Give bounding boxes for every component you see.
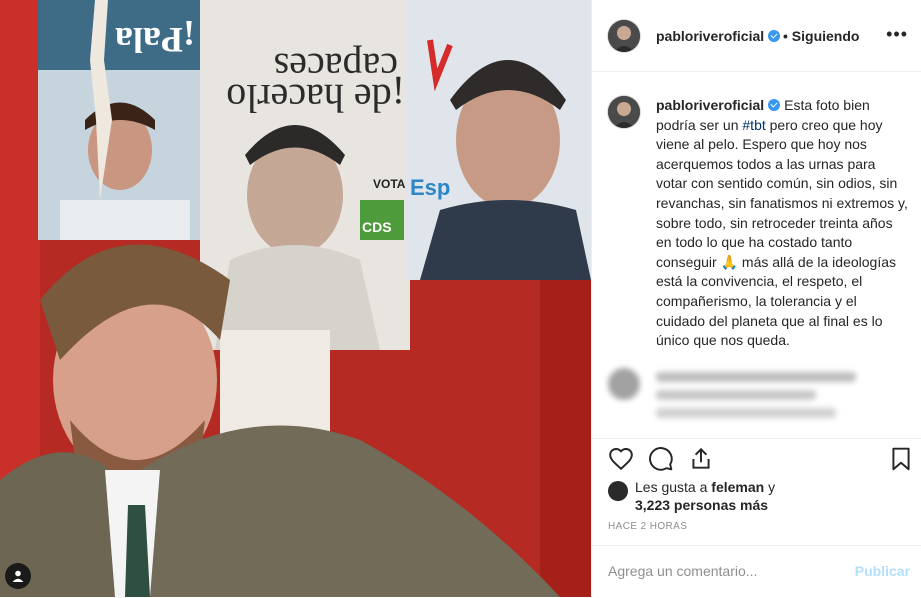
- post-side-panel: pabloriveroficial • Siguiendo ••• pablor…: [591, 0, 921, 597]
- likes-middle: y: [764, 479, 776, 495]
- post-actions-bar: [592, 438, 921, 475]
- post-timestamp[interactable]: HACE 2 HORAS: [608, 521, 687, 532]
- share-icon[interactable]: [688, 446, 714, 472]
- poster-right-text: Esp: [410, 175, 450, 200]
- separator-dot: •: [783, 28, 788, 44]
- verified-badge-icon: [768, 99, 781, 111]
- save-bookmark-icon[interactable]: [888, 446, 914, 472]
- likes-prefix: Les gusta a: [635, 479, 712, 495]
- author-username[interactable]: pabloriveroficial: [656, 28, 781, 44]
- verified-badge-icon: [768, 30, 781, 42]
- comment-bar: Publicar: [592, 545, 921, 598]
- likes-count[interactable]: 3,223 personas más: [635, 497, 768, 513]
- photo-illustration: ¡Pala capaces ¡de hacerlo VOTA CDS Esp: [0, 0, 591, 597]
- author-avatar[interactable]: [608, 20, 640, 52]
- hashtag-link[interactable]: #tbt: [742, 117, 765, 133]
- poster-center-line-2: ¡de hacerlo: [226, 76, 405, 121]
- publish-button[interactable]: Publicar: [855, 563, 910, 579]
- like-heart-icon[interactable]: [608, 446, 634, 472]
- comment-bubble-icon[interactable]: [648, 446, 674, 472]
- caption-text-end: pero creo que hoy viene al pelo. Espero …: [656, 116, 908, 349]
- liker-username[interactable]: feleman: [711, 479, 764, 495]
- liker-avatar[interactable]: [608, 481, 628, 501]
- following-button[interactable]: Siguiendo: [792, 28, 860, 44]
- post-photo[interactable]: ¡Pala capaces ¡de hacerlo VOTA CDS Esp: [0, 0, 591, 597]
- caption-username[interactable]: pabloriveroficial: [656, 97, 781, 113]
- tagged-users-icon[interactable]: [5, 563, 31, 589]
- poster-center-vote: VOTA: [373, 177, 406, 191]
- follow-status[interactable]: • Siguiendo: [783, 28, 859, 44]
- post-header: pabloriveroficial • Siguiendo •••: [592, 0, 921, 72]
- comment-input[interactable]: [608, 560, 838, 582]
- blurred-comment: [608, 340, 908, 440]
- more-options-icon[interactable]: •••: [886, 24, 908, 45]
- poster-center-party: CDS: [362, 219, 392, 235]
- likes-summary: Les gusta a feleman y 3,223 personas más: [635, 478, 905, 514]
- poster-left-title: ¡Pala: [115, 20, 195, 60]
- caption-avatar[interactable]: [608, 96, 640, 128]
- post-caption: pabloriveroficial Esta foto bien podría s…: [656, 96, 908, 351]
